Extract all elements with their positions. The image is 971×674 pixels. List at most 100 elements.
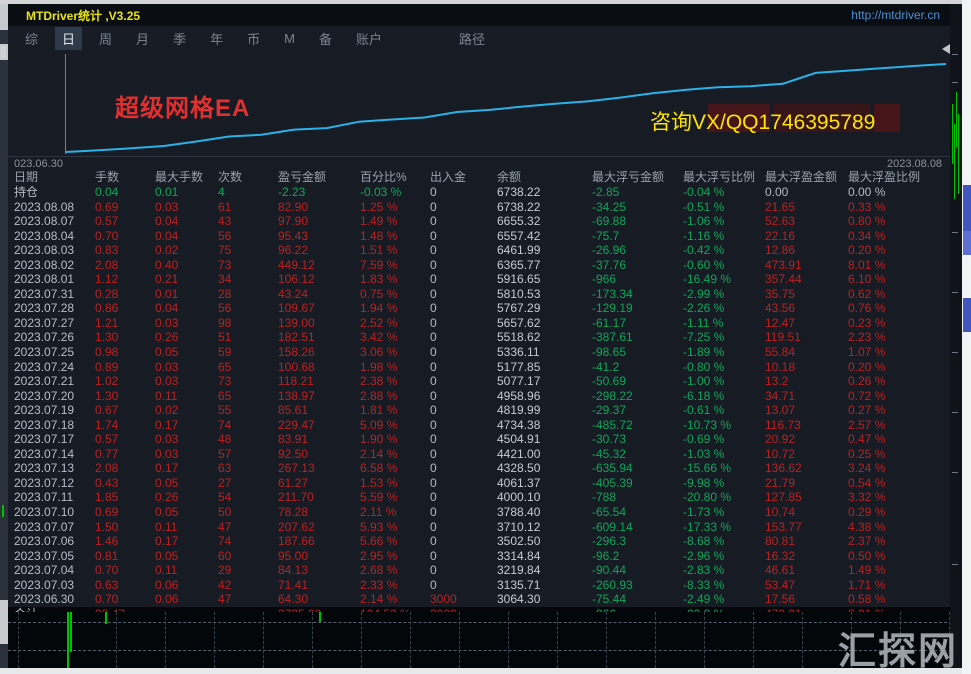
cell-10: 52.63 [765, 214, 848, 229]
cell-2: 0.26 [155, 330, 218, 345]
cell-3: 29 [218, 563, 278, 578]
cell-11: 2.37 % [848, 534, 948, 549]
cell-0: 2023.07.20 [14, 389, 95, 404]
cell-7: 6655.32 [497, 214, 592, 229]
cell-3: 51 [218, 330, 278, 345]
cell-8: -485.72 [592, 418, 683, 433]
cell-11: 0.47 % [848, 432, 948, 447]
vendor-url-link[interactable]: http://mtdriver.cn [851, 8, 940, 22]
cell-10: 35.75 [765, 287, 848, 302]
cell-10: 13.07 [765, 403, 848, 418]
tab-综[interactable]: 综 [18, 27, 45, 50]
cell-5: 1.81 % [360, 403, 430, 418]
panel-titlebar[interactable]: MTDriver统计 ,V3.25 http://mtdriver.cn [8, 4, 950, 26]
cell-2: 0.04 [155, 229, 218, 244]
cell-3: 27 [218, 476, 278, 491]
table-row: 2023.08.030.830.027596.221.51 %06461.99-… [8, 243, 950, 258]
cell-6: 0 [430, 563, 497, 578]
window-bottom-edge [0, 668, 962, 674]
cell-6: 0 [430, 258, 497, 273]
cell-6: 0 [430, 578, 497, 593]
cell-2: 0.05 [155, 345, 218, 360]
tab-path[interactable]: 路径 [459, 29, 485, 48]
statistics-panel: MTDriver统计 ,V3.25 http://mtdriver.cn 综日周… [8, 4, 950, 612]
cell-1: 0.86 [95, 301, 155, 316]
cell-6: 0 [430, 243, 497, 258]
cell-11: 3.32 % [848, 490, 948, 505]
cell-9: -17.33 % [683, 520, 765, 535]
table-row: 2023.07.181.740.1774229.475.09 %04734.38… [8, 418, 950, 433]
tab-备[interactable]: 备 [312, 27, 339, 50]
cell-9: -8.68 % [683, 534, 765, 549]
cell-1: 0.57 [95, 432, 155, 447]
cell-1: 1.30 [95, 330, 155, 345]
cell-5: 0.75 % [360, 287, 430, 302]
cell-11: 8.01 % [848, 258, 948, 273]
cell-3: 4 [218, 185, 278, 200]
cell-5: 5.09 % [360, 418, 430, 433]
cell-9: -0.04 % [683, 185, 765, 200]
cell-0: 2023.07.17 [14, 432, 95, 447]
cell-3: 次数 [218, 170, 278, 185]
cell-4: 92.50 [278, 447, 360, 462]
cell-3: 50 [218, 505, 278, 520]
cell-4: 78.28 [278, 505, 360, 520]
table-row: 2023.06.300.700.064764.302.14 %30003064.… [8, 592, 950, 607]
cell-5: 3.42 % [360, 330, 430, 345]
cell-2: 0.03 [155, 200, 218, 215]
cell-7: 5767.29 [497, 301, 592, 316]
tab-M[interactable]: M [277, 29, 302, 48]
cell-8: -30.73 [592, 432, 683, 447]
cell-11: 最大浮盈比例 [848, 170, 948, 185]
cell-8: -75.44 [592, 592, 683, 607]
cell-4: 盈亏金额 [278, 170, 360, 185]
cell-11: 0.25 % [848, 447, 948, 462]
cell-0: 2023.07.13 [14, 461, 95, 476]
cell-4: 71.41 [278, 578, 360, 593]
cell-0: 2023.07.26 [14, 330, 95, 345]
tab-周[interactable]: 周 [92, 27, 119, 50]
tab-账户[interactable]: 账户 [349, 27, 389, 50]
chart-date-axis: 023.06.30 2023.08.08 [8, 156, 950, 170]
cell-6: 0 [430, 505, 497, 520]
table-row: 2023.08.022.080.4073449.127.59 %06365.77… [8, 258, 950, 273]
cell-8: -298.22 [592, 389, 683, 404]
cell-8: -29.37 [592, 403, 683, 418]
cell-0: 2023.07.04 [14, 563, 95, 578]
tab-年[interactable]: 年 [203, 27, 230, 50]
cell-8: -75.7 [592, 229, 683, 244]
cell-1: 0.77 [95, 447, 155, 462]
cell-2: 0.01 [155, 185, 218, 200]
cell-7: 3135.71 [497, 578, 592, 593]
cell-1: 0.63 [95, 578, 155, 593]
cell-11: 1.71 % [848, 578, 948, 593]
tab-季[interactable]: 季 [166, 27, 193, 50]
chart-end-date: 2023.08.08 [887, 158, 942, 170]
cell-7: 6738.22 [497, 185, 592, 200]
cell-6: 0 [430, 330, 497, 345]
tab-日[interactable]: 日 [55, 27, 82, 50]
cell-9: -0.60 % [683, 258, 765, 273]
cell-0: 2023.08.07 [14, 214, 95, 229]
price-marker-icon [942, 44, 950, 54]
cell-8: -387.61 [592, 330, 683, 345]
cell-3: 57 [218, 447, 278, 462]
cell-5: 1.51 % [360, 243, 430, 258]
cell-4: 109.67 [278, 301, 360, 316]
cell-11: 0.20 % [848, 360, 948, 375]
cell-7: 3710.12 [497, 520, 592, 535]
cell-8: -61.17 [592, 316, 683, 331]
watermark-ea-name: 超级网格EA [115, 88, 250, 123]
cell-8: -45.32 [592, 447, 683, 462]
cell-8: -173.34 [592, 287, 683, 302]
cell-9: -20.80 % [683, 490, 765, 505]
cell-0: 2023.08.04 [14, 229, 95, 244]
tab-币[interactable]: 币 [240, 27, 267, 50]
cell-2: 0.03 [155, 432, 218, 447]
cell-4: 211.70 [278, 490, 360, 505]
table-row: 2023.07.120.430.052761.271.53 %04061.37-… [8, 476, 950, 491]
tab-月[interactable]: 月 [129, 27, 156, 50]
cell-2: 0.17 [155, 461, 218, 476]
cell-9: -2.99 % [683, 287, 765, 302]
cell-9: -2.96 % [683, 549, 765, 564]
